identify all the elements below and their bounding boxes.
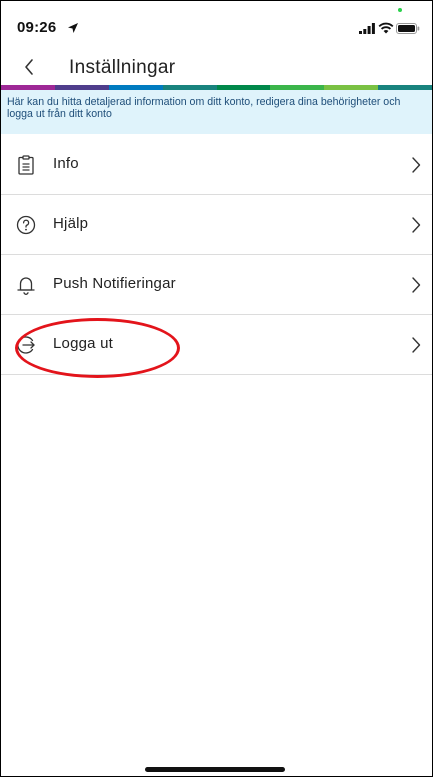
chevron-left-icon [25, 59, 33, 75]
menu-item-help[interactable]: Hjälp [1, 195, 432, 255]
battery-icon [396, 23, 420, 34]
back-button[interactable] [15, 53, 43, 81]
info-banner-text: Här kan du hitta detaljerad information … [7, 96, 401, 120]
status-bar: 09:26 [1, 1, 432, 45]
info-banner: Här kan du hitta detaljerad information … [1, 90, 432, 134]
help-circle-icon [15, 214, 37, 236]
menu-item-label: Hjälp [53, 215, 89, 232]
wifi-icon [378, 22, 394, 34]
chevron-right-icon [412, 217, 421, 233]
app-screen: 09:26 Inställningar Här kan du hitta det… [0, 0, 433, 777]
clipboard-icon [15, 154, 37, 176]
page-title: Inställningar [69, 57, 176, 78]
signal-icon [359, 23, 375, 34]
location-arrow-icon [68, 23, 78, 33]
menu-item-info[interactable]: Info [1, 135, 432, 195]
chevron-right-icon [412, 157, 421, 173]
menu-item-label: Logga ut [53, 335, 113, 352]
menu-item-label: Push Notifieringar [53, 275, 176, 292]
menu-item-push-notifications[interactable]: Push Notifieringar [1, 255, 432, 315]
bell-icon [15, 274, 37, 296]
status-time: 09:26 [17, 19, 57, 36]
menu-item-logout[interactable]: Logga ut [1, 315, 432, 375]
menu-item-label: Info [53, 155, 79, 172]
home-indicator [145, 767, 285, 772]
logout-icon [15, 334, 37, 356]
settings-menu: Info Hjälp Push Notifieringar Logga ut [1, 135, 432, 375]
nav-bar: Inställningar [1, 45, 432, 89]
chevron-right-icon [412, 337, 421, 353]
chevron-right-icon [412, 277, 421, 293]
privacy-indicator [398, 8, 402, 12]
